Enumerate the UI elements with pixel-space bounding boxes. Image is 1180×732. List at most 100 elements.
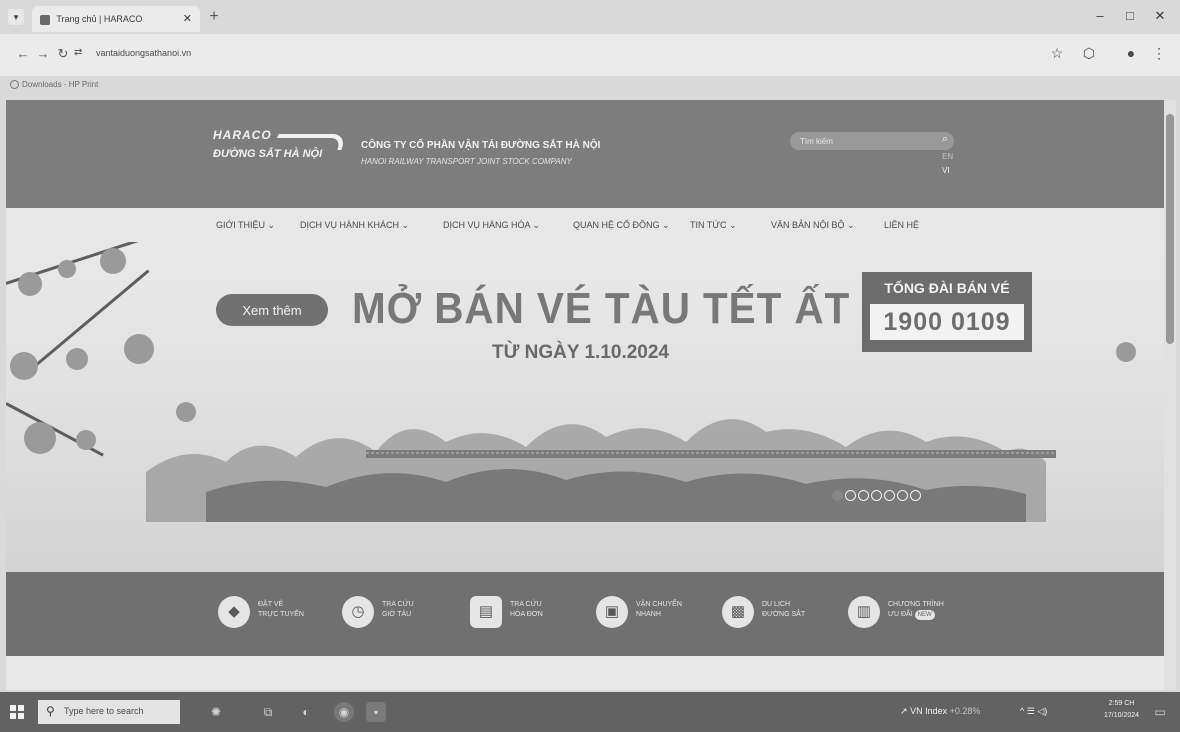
nav-item-dich-vu-hang-hoa[interactable]: DỊCH VỤ HÀNG HÓA ⌄ bbox=[443, 220, 540, 231]
hotline-label: TỔNG ĐÀI BÁN VÉ bbox=[884, 280, 1010, 296]
scrollbar-thumb[interactable] bbox=[1166, 114, 1174, 344]
company-name-vn: CÔNG TY CỔ PHẦN VẬN TẢI ĐƯỜNG SẮT HÀ NỘI bbox=[361, 140, 601, 151]
search-icon[interactable]: ⌕ bbox=[942, 133, 948, 146]
gift-icon: ▥ bbox=[848, 596, 880, 628]
service-line2: TRỰC TUYẾN bbox=[258, 611, 304, 618]
nav-item-dich-vu-hanh-khach[interactable]: DỊCH VỤ HÀNH KHÁCH ⌄ bbox=[300, 220, 409, 231]
new-tab-icon[interactable]: + bbox=[205, 8, 223, 26]
vn-index-label: VN Index bbox=[910, 706, 948, 716]
windows-start-icon[interactable] bbox=[10, 705, 24, 719]
service-label: TRA CỨU HÓA ĐƠN bbox=[510, 600, 600, 620]
chrome-browser-icon[interactable]: ◉ bbox=[334, 702, 354, 722]
service-line2: NHANH bbox=[636, 611, 661, 618]
bookmark-label: Downloads - HP Print bbox=[22, 80, 99, 89]
slider-dot[interactable] bbox=[897, 490, 908, 501]
lang-en-link[interactable]: EN bbox=[942, 152, 953, 161]
blossom-flower bbox=[66, 348, 88, 370]
browser-address-bar: ← → ↻ ⇄ vantaiduongsathanoi.vn ☆ ⬡ ● ⋮ bbox=[0, 34, 1180, 76]
back-arrow-icon[interactable]: ← bbox=[14, 46, 32, 61]
blossom-flower bbox=[18, 272, 42, 296]
site-search: ⌕ bbox=[790, 132, 954, 150]
site-info-icon[interactable]: ⇄ bbox=[74, 47, 82, 58]
taskbar-search: ⚲ bbox=[38, 700, 180, 724]
active-app-icon[interactable]: ▪ bbox=[366, 702, 386, 722]
company-name: CÔNG TY CỔ PHẦN VẬN TẢI ĐƯỜNG SẮT HÀ NỘI… bbox=[361, 140, 600, 166]
window-close-icon[interactable]: ✕ bbox=[1148, 8, 1172, 24]
blossom-flower bbox=[10, 352, 38, 380]
forward-arrow-icon[interactable]: → bbox=[34, 46, 52, 61]
weather-widget-icon[interactable]: ✺ bbox=[206, 702, 226, 722]
browser-tab[interactable]: Trang chủ | HARACO ✕ bbox=[32, 6, 200, 32]
service-line2: ƯU ĐÃI bbox=[888, 611, 913, 618]
reload-icon[interactable]: ↻ bbox=[54, 46, 72, 62]
service-line1: VẬN CHUYỂN bbox=[636, 601, 682, 608]
logo-swoosh-icon bbox=[271, 134, 349, 150]
slider-dot[interactable] bbox=[910, 490, 921, 501]
edge-browser-icon[interactable]: ◐ bbox=[296, 702, 316, 722]
clock-date: 17/10/2024 bbox=[1104, 712, 1140, 719]
nav-item-van-ban-noi-bo[interactable]: VĂN BẢN NỘI BỘ ⌄ bbox=[771, 220, 855, 231]
page-scrollbar[interactable] bbox=[1164, 100, 1176, 690]
taskbar-clock[interactable]: 2:59 CH 17/10/2024 bbox=[1104, 698, 1139, 722]
minimize-icon[interactable]: – bbox=[1088, 8, 1112, 23]
tab-search-menu-icon[interactable]: ▾ bbox=[8, 9, 24, 25]
taskbar-search-input[interactable] bbox=[64, 706, 174, 716]
service-label: ĐẶT VÉ TRỰC TUYẾN bbox=[258, 600, 348, 620]
tab-title: Trang chủ | HARACO bbox=[56, 14, 143, 24]
slider-dot[interactable] bbox=[884, 490, 895, 501]
service-line1: CHƯƠNG TRÌNH bbox=[888, 601, 944, 608]
browser-menu-icon[interactable]: ⋮ bbox=[1150, 45, 1168, 62]
main-navigation: GIỚI THIỆU ⌄ DỊCH VỤ HÀNH KHÁCH ⌄ DỊCH V… bbox=[6, 208, 1164, 242]
system-tray-icons[interactable]: ^ ☰ ◁) bbox=[1020, 706, 1047, 717]
slider-dot[interactable] bbox=[871, 490, 882, 501]
bookmark-globe-icon bbox=[10, 80, 19, 90]
extensions-icon[interactable]: ⬡ bbox=[1080, 45, 1098, 62]
url-field[interactable]: vantaiduongsathanoi.vn bbox=[96, 48, 191, 58]
lang-vi-link[interactable]: VI bbox=[942, 166, 950, 175]
notification-icon[interactable]: ▭ bbox=[1150, 702, 1170, 722]
tray-expand-icon[interactable]: ^ bbox=[1020, 706, 1024, 716]
nav-item-tin-tuc[interactable]: TIN TỨC ⌄ bbox=[690, 220, 737, 231]
service-line2: HÓA ĐƠN bbox=[510, 611, 543, 618]
invoice-search-icon: ▤ bbox=[470, 596, 502, 628]
profile-avatar-icon[interactable]: ● bbox=[1122, 45, 1140, 61]
services-strip: ◆ ĐẶT VÉ TRỰC TUYẾN ◷ TRA CỨU GIỜ TÀU ▤ TR… bbox=[6, 572, 1164, 656]
service-label: TRA CỨU GIỜ TÀU bbox=[382, 600, 472, 620]
nav-item-gioi-thieu[interactable]: GIỚI THIỆU ⌄ bbox=[216, 220, 275, 231]
task-view-icon[interactable]: ⧉ bbox=[258, 702, 278, 722]
blossom-flower bbox=[1116, 342, 1136, 362]
tab-close-icon[interactable]: ✕ bbox=[183, 6, 192, 32]
vn-index-change: +0.28% bbox=[949, 706, 981, 716]
train-icon: ▩ bbox=[722, 596, 754, 628]
hero-banner[interactable]: Xem thêm MỞ BÁN VÉ TÀU TẾT ẤT TỴ TỪ NGÀY… bbox=[6, 242, 1164, 572]
delivery-box-icon: ▣ bbox=[596, 596, 628, 628]
service-line1: TRA CỨU bbox=[510, 601, 542, 608]
site-search-input[interactable] bbox=[800, 134, 930, 148]
bookmark-item[interactable]: Downloads - HP Print bbox=[10, 80, 99, 90]
hotline-box: TỔNG ĐÀI BÁN VÉ 1900 0109 bbox=[862, 272, 1032, 352]
see-more-button[interactable]: Xem thêm bbox=[216, 294, 328, 326]
nav-item-quan-he-co-dong[interactable]: QUAN HỆ CỔ ĐÔNG ⌄ bbox=[573, 220, 670, 231]
content-below bbox=[6, 656, 1164, 690]
bookmark-star-icon[interactable]: ☆ bbox=[1048, 45, 1066, 62]
haraco-logo[interactable]: HARACO ĐƯỜNG SẮT HÀ NỘI bbox=[213, 128, 349, 174]
site-header: HARACO ĐƯỜNG SẮT HÀ NỘI CÔNG TY CỔ PHẦN … bbox=[6, 100, 1164, 208]
taskbar-search-icon: ⚲ bbox=[46, 704, 55, 718]
clock-time: 2:59 CH bbox=[1108, 700, 1135, 707]
blossom-flower bbox=[58, 260, 76, 278]
restore-icon[interactable]: □ bbox=[1118, 8, 1142, 23]
slider-dot[interactable] bbox=[845, 490, 856, 501]
network-icon[interactable]: ☰ bbox=[1027, 706, 1035, 716]
page-viewport: HARACO ĐƯỜNG SẮT HÀ NỘI CÔNG TY CỔ PHẦN … bbox=[6, 100, 1164, 690]
volume-icon[interactable]: ◁) bbox=[1037, 706, 1047, 716]
slider-dot[interactable] bbox=[858, 490, 869, 501]
service-label: DU LỊCH ĐƯỜNG SẮT bbox=[762, 600, 852, 620]
service-label: CHƯƠNG TRÌNH ƯU ĐÃI NEW bbox=[888, 600, 978, 620]
browser-tab-bar: ▾ Trang chủ | HARACO ✕ + – □ ✕ bbox=[0, 0, 1180, 34]
stock-widget[interactable]: ↗ VN Index +0.28% bbox=[900, 706, 980, 717]
service-line2: ĐƯỜNG SẮT bbox=[762, 611, 806, 618]
slider-dots bbox=[832, 488, 923, 506]
nav-item-lien-he[interactable]: LIÊN HỆ bbox=[884, 220, 919, 230]
slider-dot[interactable] bbox=[832, 490, 843, 501]
screen: ▾ Trang chủ | HARACO ✕ + – □ ✕ ← → ↻ ⇄ v… bbox=[0, 0, 1180, 732]
